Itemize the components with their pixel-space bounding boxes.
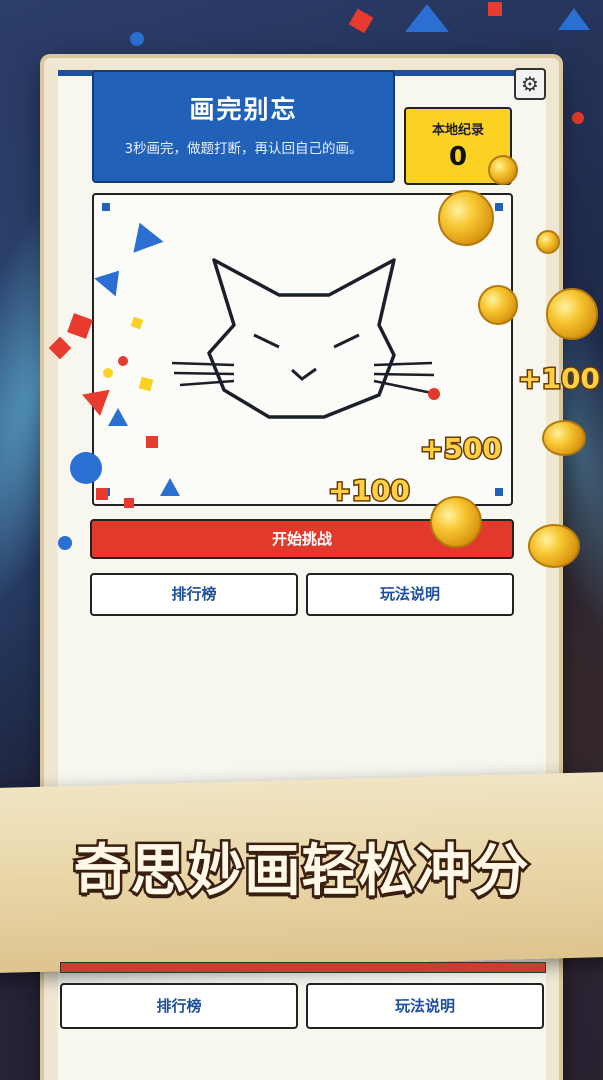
confetti — [572, 112, 584, 124]
game-description: 3秒画完，做题打断，再认回自己的画。 — [124, 141, 363, 157]
confetti — [146, 436, 158, 448]
confetti — [96, 488, 108, 500]
record-label: 本地纪录 — [431, 123, 484, 138]
gold-coin — [528, 524, 580, 568]
gold-coin — [536, 230, 560, 254]
game-title: 画完别忘 — [189, 95, 298, 124]
gold-coin — [438, 190, 494, 246]
start-button-edge — [60, 962, 546, 973]
confetti — [108, 408, 128, 426]
gold-coin — [430, 496, 482, 548]
confetti — [405, 4, 449, 32]
gear-icon[interactable]: ⚙ — [514, 68, 546, 100]
confetti — [70, 452, 102, 484]
title-card: 画完别忘 3秒画完，做题打断，再认回自己的画。 — [92, 70, 395, 183]
leaderboard-button[interactable]: 排行榜 — [90, 573, 298, 616]
confetti — [58, 536, 72, 550]
confetti — [124, 498, 134, 508]
confetti — [160, 478, 180, 496]
score-popup: +100 — [327, 473, 412, 509]
how-to-play-button-bottom[interactable]: 玩法说明 — [306, 983, 544, 1029]
gold-coin — [478, 285, 518, 325]
confetti — [558, 8, 590, 30]
app-screen: 画完别忘 3秒画完，做题打断，再认回自己的画。 ⚙ 本地纪录 0 开始挑战 排行… — [0, 0, 603, 1080]
confetti — [488, 2, 502, 16]
leaderboard-button-bottom[interactable]: 排行榜 — [60, 983, 298, 1029]
how-to-play-button[interactable]: 玩法说明 — [306, 573, 514, 616]
score-popup: +500 — [419, 431, 504, 467]
gold-coin — [488, 155, 518, 185]
gold-coin — [546, 288, 598, 340]
confetti — [103, 368, 113, 378]
gold-coin — [542, 420, 586, 456]
confetti — [130, 32, 144, 46]
confetti — [118, 356, 128, 366]
promo-slogan: 奇思妙画轻松冲分 — [71, 837, 531, 907]
score-popup: +100 — [517, 361, 602, 397]
